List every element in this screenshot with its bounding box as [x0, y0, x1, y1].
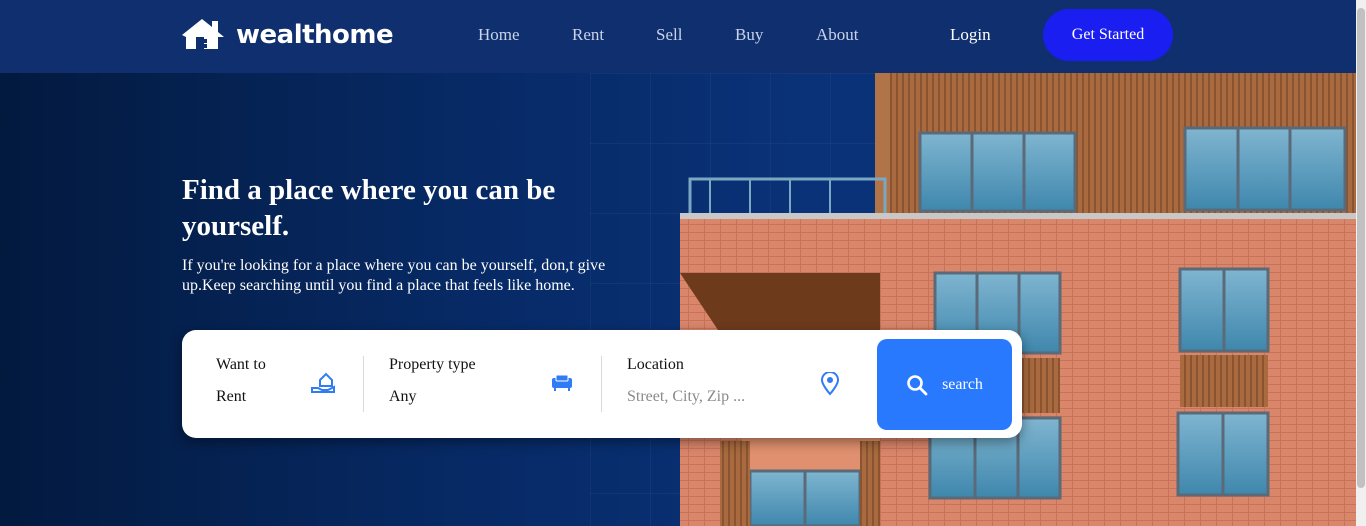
nav-rent-link[interactable]: Rent	[572, 25, 604, 45]
brand-logo[interactable]: wealthome	[182, 19, 394, 51]
brand-name: wealthome	[236, 20, 394, 50]
hand-house-icon[interactable]	[310, 370, 336, 396]
search-button-label: search	[942, 375, 983, 393]
nav-sell-link[interactable]: Sell	[656, 25, 682, 45]
sofa-icon[interactable]	[550, 372, 574, 392]
building-photo	[680, 73, 1356, 526]
site-header: wealthome Home Rent Sell Buy About Login…	[0, 0, 1356, 73]
nav-home-link[interactable]: Home	[478, 25, 520, 45]
want-to-value[interactable]: Rent	[216, 388, 246, 406]
hero-subtext: If you're looking for a place where you …	[182, 257, 606, 294]
search-bar: Want to Rent Property type Any Location …	[182, 330, 1022, 438]
property-type-value[interactable]: Any	[389, 388, 417, 406]
search-icon	[907, 374, 928, 395]
field-divider	[601, 356, 602, 412]
hero-section: Find a place where you can be yourself. …	[0, 73, 1356, 526]
map-pin-icon[interactable]	[820, 372, 840, 396]
scrollbar-thumb[interactable]	[1357, 8, 1365, 488]
search-button[interactable]: search	[877, 339, 1012, 430]
location-input[interactable]: Street, City, Zip ...	[627, 388, 745, 406]
page-scrollbar[interactable]	[1356, 0, 1366, 526]
property-type-label: Property type	[389, 356, 476, 373]
want-to-label: Want to	[216, 356, 266, 373]
login-link[interactable]: Login	[950, 25, 991, 45]
get-started-button[interactable]: Get Started	[1043, 9, 1173, 61]
location-label: Location	[627, 356, 684, 373]
nav-buy-link[interactable]: Buy	[735, 25, 763, 45]
hero-headline: Find a place where you can be yourself.	[182, 174, 556, 242]
nav-about-link[interactable]: About	[816, 25, 859, 45]
field-divider	[363, 356, 364, 412]
house-icon	[182, 19, 224, 49]
